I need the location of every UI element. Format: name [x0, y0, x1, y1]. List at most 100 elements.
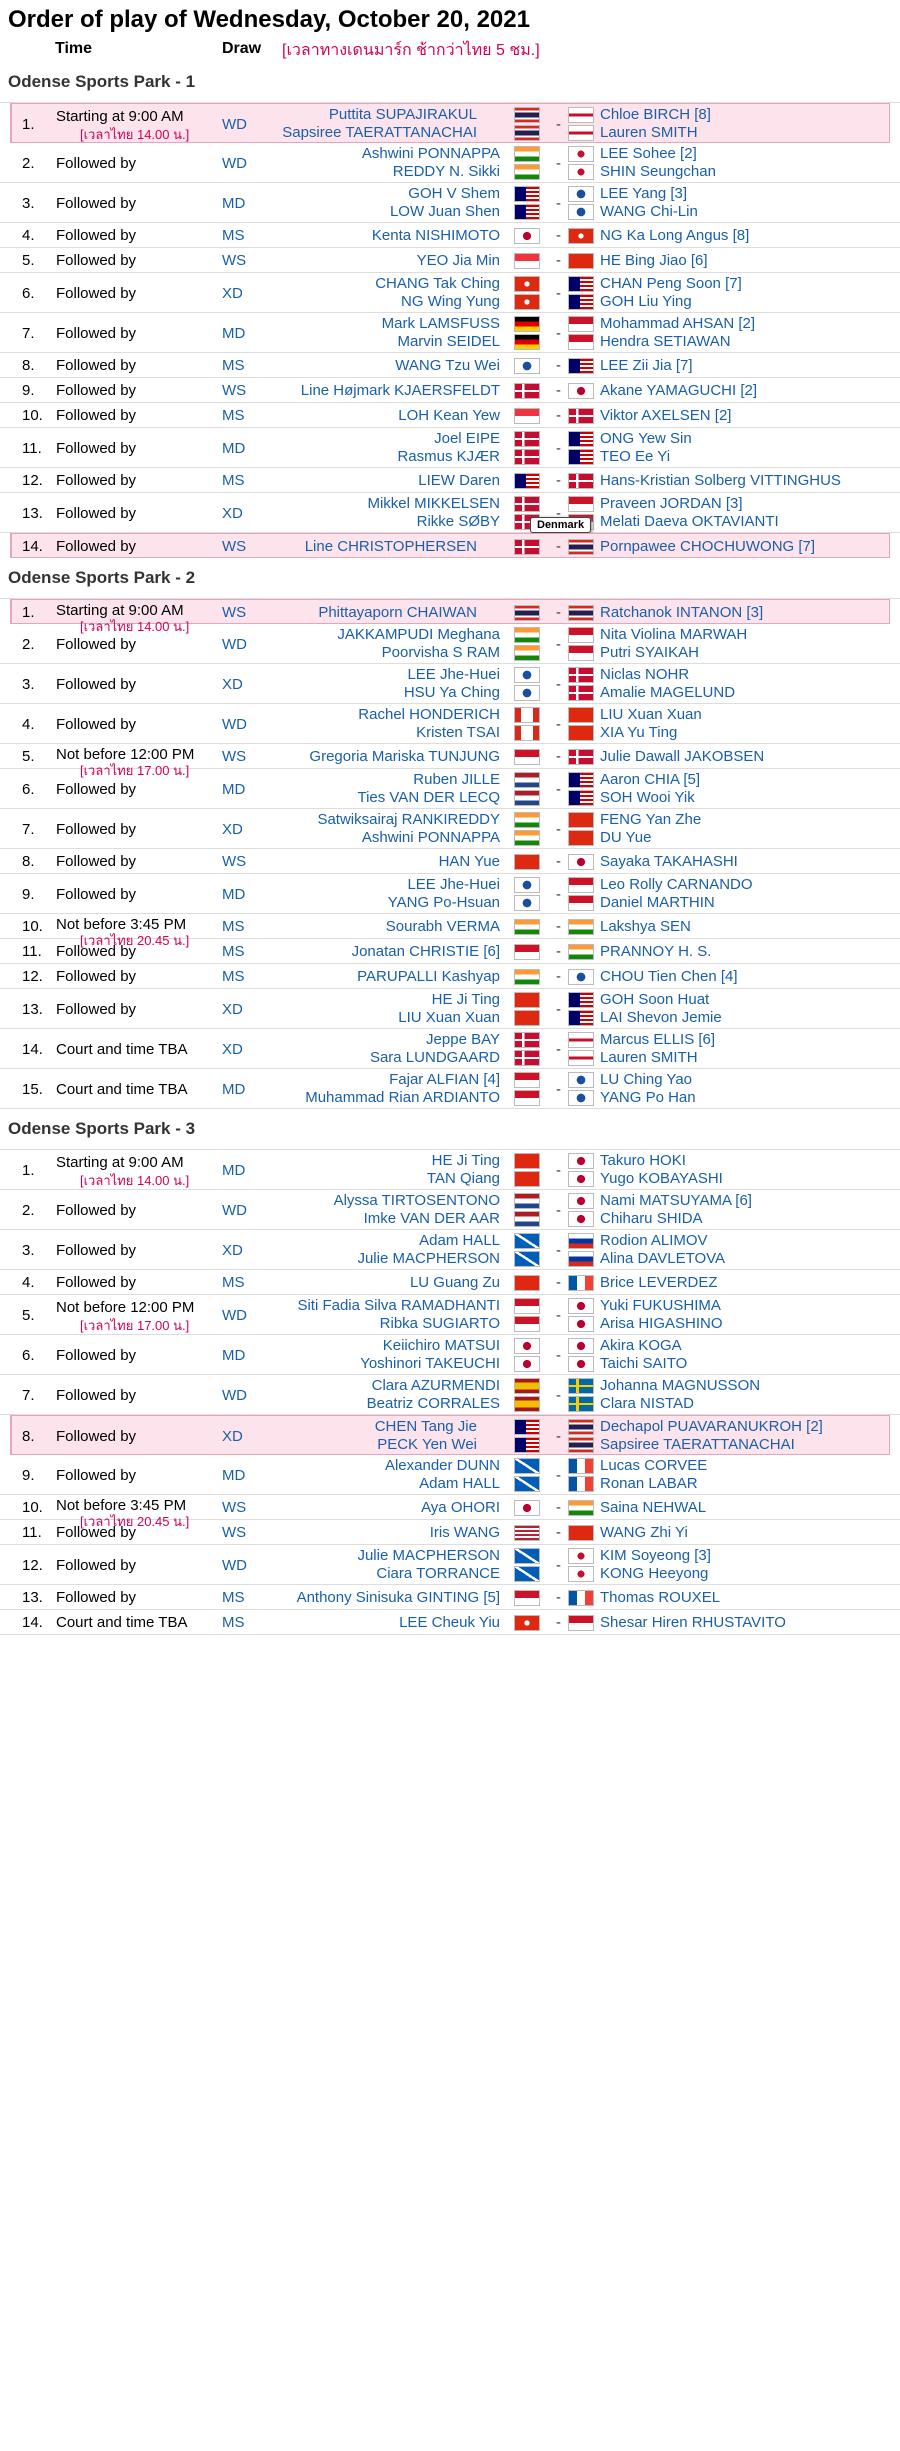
player-right[interactable]: Marcus ELLIS [6]	[600, 1031, 715, 1048]
player-left[interactable]: Muhammad Rian ARDIANTO	[305, 1089, 500, 1106]
player-right[interactable]: Mohammad AHSAN [2]	[600, 315, 755, 332]
player-left[interactable]: HE Ji Ting	[432, 1152, 500, 1169]
player-left[interactable]: Fajar ALFIAN [4]	[389, 1071, 500, 1088]
draw-type[interactable]: MS	[222, 407, 245, 424]
draw-type[interactable]: XD	[222, 285, 243, 302]
draw-type[interactable]: MD	[222, 195, 245, 212]
player-right[interactable]: ONG Yew Sin	[600, 430, 692, 447]
player-right[interactable]: Lauren SMITH	[600, 1049, 698, 1066]
draw-type[interactable]: MD	[222, 1467, 245, 1484]
draw-type[interactable]: MS	[222, 968, 245, 985]
draw-type[interactable]: XD	[222, 821, 243, 838]
player-left[interactable]: Anthony Sinisuka GINTING [5]	[297, 1589, 500, 1606]
player-left[interactable]: Sourabh VERMA	[386, 918, 500, 935]
player-left[interactable]: Beatriz CORRALES	[367, 1395, 500, 1412]
draw-type[interactable]: MS	[222, 1614, 245, 1631]
player-left[interactable]: Satwiksairaj RANKIREDDY	[317, 811, 500, 828]
player-right[interactable]: Yuki FUKUSHIMA	[600, 1297, 721, 1314]
draw-type[interactable]: WD	[222, 1557, 247, 1574]
player-right[interactable]: TEO Ee Yi	[600, 448, 670, 465]
draw-type[interactable]: XD	[222, 1428, 243, 1445]
draw-type[interactable]: WD	[222, 155, 247, 172]
player-right[interactable]: Akane YAMAGUCHI [2]	[600, 382, 757, 399]
draw-type[interactable]: WS	[222, 748, 246, 765]
player-right[interactable]: Nita Violina MARWAH	[600, 626, 747, 643]
player-right[interactable]: SOH Wooi Yik	[600, 789, 695, 806]
player-right[interactable]: LIU Xuan Xuan	[600, 706, 702, 723]
player-left[interactable]: LEE Cheuk Yiu	[399, 1614, 500, 1631]
player-left[interactable]: Rasmus KJÆR	[397, 448, 500, 465]
player-right[interactable]: Aaron CHIA [5]	[600, 771, 700, 788]
player-right[interactable]: Amalie MAGELUND	[600, 684, 735, 701]
draw-type[interactable]: MD	[222, 325, 245, 342]
player-right[interactable]: Leo Rolly CARNANDO	[600, 876, 753, 893]
player-left[interactable]: Alexander DUNN	[385, 1457, 500, 1474]
player-left[interactable]: Yoshinori TAKEUCHI	[360, 1355, 500, 1372]
player-right[interactable]: Yugo KOBAYASHI	[600, 1170, 723, 1187]
player-left[interactable]: GOH V Shem	[408, 185, 500, 202]
player-left[interactable]: HSU Ya Ching	[404, 684, 500, 701]
player-left[interactable]: Kenta NISHIMOTO	[372, 227, 500, 244]
draw-type[interactable]: MD	[222, 886, 245, 903]
draw-type[interactable]: WD	[222, 716, 247, 733]
player-right[interactable]: KIM Soyeong [3]	[600, 1547, 711, 1564]
player-right[interactable]: Sapsiree TAERATTANACHAI	[600, 1436, 795, 1453]
draw-type[interactable]: WD	[222, 1307, 247, 1324]
player-left[interactable]: REDDY N. Sikki	[393, 163, 500, 180]
player-left[interactable]: Line CHRISTOPHERSEN	[305, 538, 477, 555]
player-right[interactable]: Melati Daeva OKTAVIANTI	[600, 513, 779, 530]
player-left[interactable]: Mikkel MIKKELSEN	[367, 495, 500, 512]
player-right[interactable]: GOH Soon Huat	[600, 991, 709, 1008]
player-left[interactable]: JAKKAMPUDI Meghana	[337, 626, 500, 643]
player-right[interactable]: Praveen JORDAN [3]	[600, 495, 743, 512]
draw-type[interactable]: MS	[222, 918, 245, 935]
player-left[interactable]: Julie MACPHERSON	[357, 1250, 500, 1267]
player-left[interactable]: Poorvisha S RAM	[382, 644, 500, 661]
player-left[interactable]: Puttita SUPAJIRAKUL	[329, 106, 477, 123]
draw-type[interactable]: WD	[222, 636, 247, 653]
player-right[interactable]: LEE Sohee [2]	[600, 145, 697, 162]
player-left[interactable]: Ashwini PONNAPPA	[362, 145, 500, 162]
player-right[interactable]: LU Ching Yao	[600, 1071, 692, 1088]
draw-type[interactable]: MD	[222, 440, 245, 457]
player-left[interactable]: LOW Juan Shen	[390, 203, 500, 220]
player-right[interactable]: WANG Chi-Lin	[600, 203, 698, 220]
player-right[interactable]: Brice LEVERDEZ	[600, 1274, 718, 1291]
draw-type[interactable]: XD	[222, 1242, 243, 1259]
player-right[interactable]: LEE Yang [3]	[600, 185, 687, 202]
player-right[interactable]: Julie Dawall JAKOBSEN	[600, 748, 764, 765]
player-left[interactable]: LIU Xuan Xuan	[398, 1009, 500, 1026]
player-left[interactable]: Julie MACPHERSON	[357, 1547, 500, 1564]
player-right[interactable]: Nami MATSUYAMA [6]	[600, 1192, 752, 1209]
draw-type[interactable]: XD	[222, 505, 243, 522]
draw-type[interactable]: XD	[222, 676, 243, 693]
player-right[interactable]: Rodion ALIMOV	[600, 1232, 708, 1249]
player-left[interactable]: PARUPALLI Kashyap	[357, 968, 500, 985]
player-right[interactable]: SHIN Seungchan	[600, 163, 716, 180]
player-left[interactable]: Gregoria Mariska TUNJUNG	[309, 748, 500, 765]
player-right[interactable]: Ronan LABAR	[600, 1475, 698, 1492]
draw-type[interactable]: WS	[222, 252, 246, 269]
player-right[interactable]: Niclas NOHR	[600, 666, 689, 683]
draw-type[interactable]: MS	[222, 943, 245, 960]
player-right[interactable]: Dechapol PUAVARANUKROH [2]	[600, 1418, 823, 1435]
player-left[interactable]: Siti Fadia Silva RAMADHANTI	[297, 1297, 500, 1314]
player-right[interactable]: Hendra SETIAWAN	[600, 333, 731, 350]
player-right[interactable]: PRANNOY H. S.	[600, 943, 711, 960]
player-left[interactable]: Rachel HONDERICH	[358, 706, 500, 723]
player-left[interactable]: YEO Jia Min	[417, 252, 500, 269]
player-left[interactable]: YANG Po-Hsuan	[388, 894, 500, 911]
draw-type[interactable]: MD	[222, 1347, 245, 1364]
player-right[interactable]: Clara NISTAD	[600, 1395, 694, 1412]
draw-type[interactable]: MD	[222, 781, 245, 798]
player-right[interactable]: Thomas ROUXEL	[600, 1589, 720, 1606]
player-left[interactable]: Imke VAN DER AAR	[364, 1210, 500, 1227]
draw-type[interactable]: MS	[222, 1589, 245, 1606]
player-right[interactable]: Shesar Hiren RHUSTAVITO	[600, 1614, 786, 1631]
player-left[interactable]: LIEW Daren	[418, 472, 500, 489]
player-left[interactable]: TAN Qiang	[427, 1170, 500, 1187]
player-right[interactable]: XIA Yu Ting	[600, 724, 677, 741]
player-right[interactable]: DU Yue	[600, 829, 651, 846]
draw-type[interactable]: MS	[222, 1274, 245, 1291]
player-right[interactable]: Lauren SMITH	[600, 124, 698, 141]
